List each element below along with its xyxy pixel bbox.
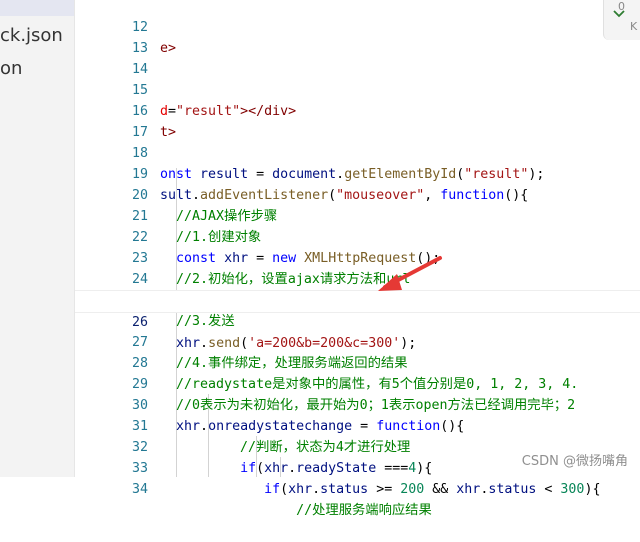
code-line: 29 //0表示为未初始化，最开始为0；1表示open方法已经调用完毕；2 xyxy=(75,353,640,413)
code-line: 15 d="result"></div> xyxy=(75,59,640,119)
code-line: 20 //AJAX操作步骤 xyxy=(75,164,640,224)
code-line: 30 xhr.onreadystatechange = function(){ xyxy=(75,374,640,434)
code-line: 17 xyxy=(75,101,640,140)
file-item-on[interactable]: on xyxy=(0,58,22,80)
code-line: 24 xhr.open('POST','http://127.0.0.1:800… xyxy=(75,248,640,308)
code-line: 12 e> xyxy=(75,0,640,56)
code-line: 13 xyxy=(75,17,640,56)
overlay-bottom-text: K xyxy=(630,20,638,33)
code-line: 27 //4.事件绑定，处理服务端返回的结果 xyxy=(75,311,640,371)
code-line: 16 t> xyxy=(75,80,640,140)
code-line: 18 onst result = document.getElementById… xyxy=(75,122,640,182)
code-text: if(xhr.status >= 200 && xhr.status < 300… xyxy=(264,482,601,497)
current-code-line: 26 xhr.send('a=200&b=200&c=300'); xyxy=(75,290,640,351)
code-line: 19 sult.addEventListener("mouseover", fu… xyxy=(75,143,640,203)
line-number: 34 xyxy=(131,482,148,497)
code-line: 22 const xhr = new XMLHttpRequest(); xyxy=(75,206,640,266)
watermark-text: CSDN @微扬嘴角 xyxy=(521,454,628,469)
code-line: 21 //1.创建对象 xyxy=(75,185,640,245)
code-editor[interactable]: 12 e> 13 14 15 d="result"></div> 16 t> 1… xyxy=(75,0,640,518)
floating-panel-toggle[interactable]: 0 K xyxy=(603,0,640,40)
code-line: 25 //3.发送 xyxy=(75,269,640,329)
file-item-ck-json[interactable]: ck.json xyxy=(0,25,63,47)
code-line: 28 //readystate是对象中的属性，有5个值分别是0, 1, 2, 3… xyxy=(75,332,640,392)
code-text: //处理服务端响应结果 xyxy=(160,503,432,518)
code-line: 23 //2.初始化，设置ajax请求方法和url xyxy=(75,227,640,287)
code-line: 14 xyxy=(75,38,640,77)
file-explorer-sidebar: ck.json on xyxy=(0,0,75,477)
code-line: 31 //判断，状态为4才进行处理 xyxy=(75,395,640,455)
selected-file-highlight[interactable] xyxy=(0,0,74,16)
chevron-down-icon[interactable] xyxy=(612,9,626,19)
code-line: 32 if(xhr.readyState ===4){ xyxy=(75,416,640,476)
